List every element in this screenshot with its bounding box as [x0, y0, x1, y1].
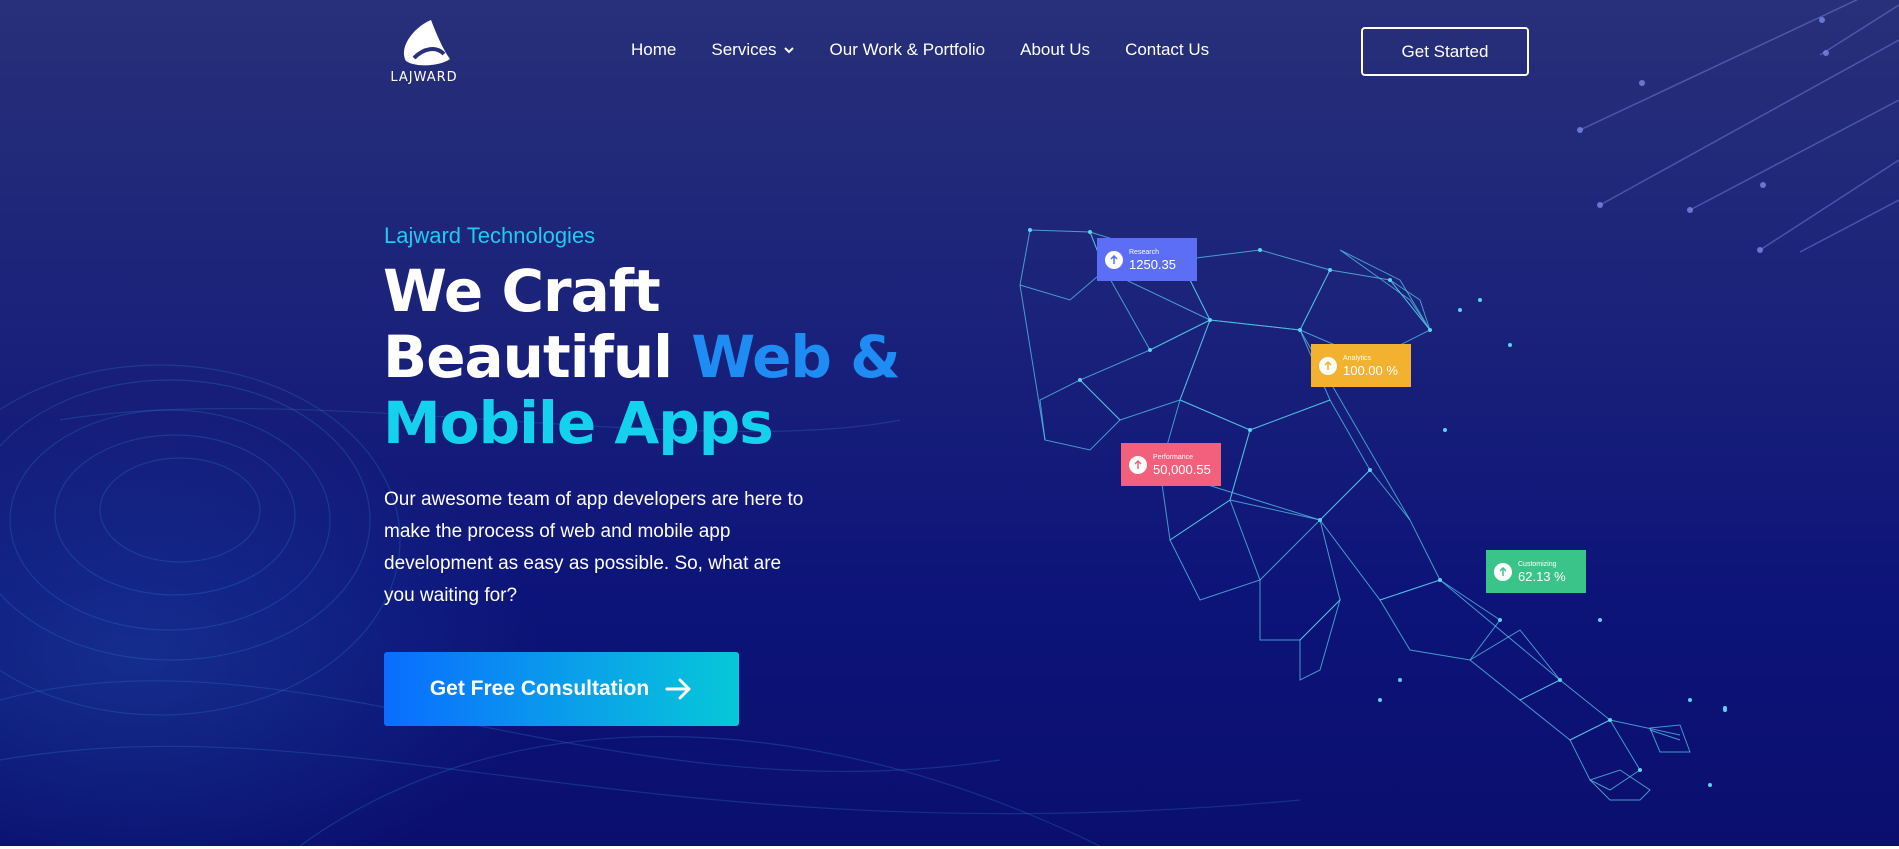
nav-services-label: Services [711, 40, 777, 59]
arrow-up-icon [1319, 356, 1337, 375]
nav-services[interactable]: Services [711, 40, 794, 60]
nav-contact[interactable]: Contact Us [1125, 40, 1209, 60]
stat-value: 100.00 % [1343, 362, 1398, 378]
headline-white-part: Beautiful [383, 323, 692, 391]
hero-section: LAJWARD Home Services Our Work & Portfol… [0, 0, 1899, 846]
headline-blue-part: Web & [691, 323, 901, 391]
nav-about-label: About Us [1020, 40, 1091, 59]
stat-value: 50,000.55 [1153, 461, 1211, 477]
logo-wordmark: LAJWARD [390, 70, 458, 85]
nav-portfolio[interactable]: Our Work & Portfolio [830, 40, 986, 60]
stat-label: Analytics [1343, 354, 1372, 362]
chevron-down-icon [783, 47, 794, 54]
background-art [0, 0, 1899, 846]
consultation-label: Get Free Consultation [429, 677, 650, 700]
nav-contact-label: Contact Us [1125, 40, 1210, 59]
headline-line-1: We Craft [383, 257, 661, 325]
headline-line-2: Beautiful Web & [383, 323, 901, 391]
get-started-button[interactable]: Get Started [1361, 27, 1529, 76]
nav-home-label: Home [631, 40, 677, 59]
stat-card-analytics: Analytics 100.00 % [1311, 344, 1411, 387]
nav-home[interactable]: Home [631, 40, 676, 60]
hero-headline: We Craft Beautiful Web & Mobile Apps [383, 257, 901, 457]
get-started-label: Get Started [1401, 41, 1489, 61]
arrow-up-icon [1105, 250, 1123, 269]
stat-label: Customizing [1518, 560, 1557, 568]
get-free-consultation-button[interactable]: Get Free Consultation [384, 652, 739, 726]
hero-eyebrow: Lajward Technologies [384, 223, 596, 248]
stat-label: Research [1129, 248, 1159, 256]
stat-value: 62.13 % [1518, 568, 1566, 584]
main-nav: Home Services Our Work & Portfolio About… [631, 40, 1244, 60]
arrow-right-icon [665, 678, 691, 700]
arrow-up-icon [1129, 455, 1147, 474]
stat-card-research: Research 1250.35 [1097, 238, 1197, 281]
nav-portfolio-label: Our Work & Portfolio [829, 40, 986, 59]
nav-about[interactable]: About Us [1020, 40, 1090, 60]
stat-label: Performance [1153, 453, 1194, 461]
stat-card-customizing: Customizing 62.13 % [1486, 550, 1586, 593]
stat-card-performance: Performance 50,000.55 [1121, 443, 1221, 486]
hero-description: Our awesome team of app developers are h… [384, 489, 804, 606]
headline-line-3: Mobile Apps [383, 389, 774, 457]
stat-value: 1250.35 [1129, 256, 1176, 272]
arrow-up-icon [1494, 562, 1512, 581]
